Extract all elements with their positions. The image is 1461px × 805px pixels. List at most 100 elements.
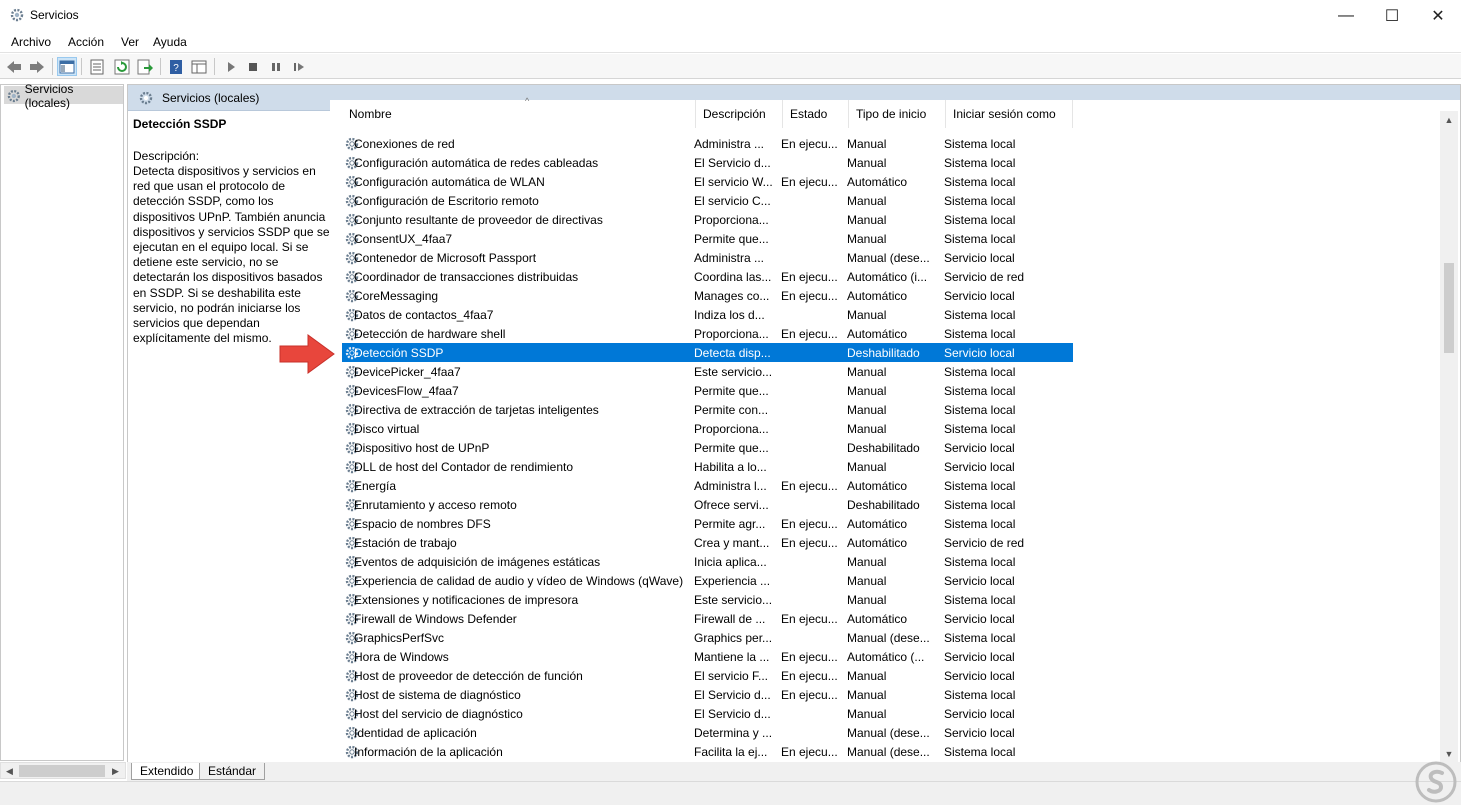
resume-service-icon[interactable] [289,57,309,76]
table-row[interactable]: Disco virtual Proporciona... Manual Sistema… [342,419,1073,438]
service-startup-type: Automático (i... [847,270,928,284]
table-row[interactable]: DevicesFlow_4faa7 Permite que... Manual Sis… [342,381,1073,400]
table-row[interactable]: Configuración de Escritorio remoto El ser… [342,191,1073,210]
service-logon-as: Servicio de red [944,536,1025,550]
table-row[interactable]: Firewall de Windows Defender Firewall de … [342,609,1073,628]
scroll-thumb[interactable] [19,765,105,777]
table-row[interactable]: CoreMessaging Manages co... En ejecu... Aut… [342,286,1073,305]
scroll-left-icon[interactable]: ◀ [1,763,18,780]
service-startup-type: Manual (dese... [847,726,930,740]
service-description: Administra ... [694,137,765,151]
scroll-right-icon[interactable]: ▶ [107,763,124,780]
export-list-icon[interactable] [135,57,155,76]
service-description: El Servicio d... [694,688,771,702]
start-service-icon[interactable] [221,57,241,76]
service-description: Proporciona... [694,422,769,436]
service-name: Configuración de Escritorio remoto [354,194,539,208]
service-logon-as: Sistema local [944,631,1016,645]
table-row[interactable]: Contenedor de Microsoft Passport Administ… [342,248,1073,267]
tree-horizontal-scrollbar[interactable]: ◀ ▶ [0,762,126,779]
table-row[interactable]: Detección SSDP Detecta disp... Deshabilita… [342,343,1073,362]
menu-ver[interactable]: Ver [121,35,139,49]
properties-icon[interactable] [87,57,107,76]
service-startup-type: Automático [847,175,908,189]
table-row[interactable]: Información de la aplicación Facilita la … [342,742,1073,761]
refresh-icon[interactable] [112,57,132,76]
service-startup-type: Manual (dese... [847,251,930,265]
table-row[interactable]: Energía Administra l... En ejecu... Automát… [342,476,1073,495]
column-header-description[interactable]: Descripción [696,100,783,128]
service-description: Este servicio... [694,365,773,379]
table-row[interactable]: Extensiones y notificaciones de impresor… [342,590,1073,609]
table-row[interactable]: Eventos de adquisición de imágenes estát… [342,552,1073,571]
table-row[interactable]: Enrutamiento y acceso remoto Ofrece servi… [342,495,1073,514]
tree-item-services-local[interactable]: Servicios (locales) [4,82,123,110]
table-row[interactable]: Configuración automática de WLAN El servi… [342,172,1073,191]
service-description: Manages co... [694,289,770,303]
tab-extendido[interactable]: Extendido [131,763,203,780]
scroll-thumb[interactable] [1444,263,1454,353]
table-row[interactable]: ConsentUX_4faa7 Permite que... Manual Siste… [342,229,1073,248]
scroll-up-icon[interactable]: ▲ [1440,111,1458,128]
service-description: Administra ... [694,251,765,265]
service-status: En ejecu... [781,137,838,151]
list-vertical-scrollbar[interactable]: ▲ ▼ [1440,111,1458,762]
column-header-name[interactable]: Nombre ^ [342,96,696,128]
table-row[interactable]: Detección de hardware shell Proporciona..… [342,324,1073,343]
pane-header-title: Servicios (locales) [162,91,260,105]
table-row[interactable]: Dispositivo host de UPnP Permite que... De… [342,438,1073,457]
help-icon[interactable]: ? [166,57,186,76]
stop-service-icon[interactable] [243,57,263,76]
forward-icon[interactable] [27,57,47,76]
table-row[interactable]: Datos de contactos_4faa7 Indiza los d... M… [342,305,1073,324]
column-header-status[interactable]: Estado [783,100,849,128]
pause-service-icon[interactable] [266,57,286,76]
service-description: El Servicio d... [694,707,771,721]
annotation-arrow-icon [279,334,335,374]
service-description: Indiza los d... [694,308,765,322]
service-logon-as: Sistema local [944,156,1016,170]
service-logon-as: Sistema local [944,137,1016,151]
table-row[interactable]: Coordinador de transacciones distribuida… [342,267,1073,286]
service-logon-as: Servicio local [944,289,1015,303]
table-row[interactable]: Directiva de extracción de tarjetas inte… [342,400,1073,419]
column-header-logon-as[interactable]: Iniciar sesión como [946,100,1073,128]
table-row[interactable]: GraphicsPerfSvc Graphics per... Manual (de… [342,628,1073,647]
menu-ayuda[interactable]: Ayuda [153,35,187,49]
back-icon[interactable] [4,57,24,76]
search-services-icon [139,91,153,105]
table-row[interactable]: Identidad de aplicación Determina y ... Ma… [342,723,1073,742]
table-row[interactable]: Experiencia de calidad de audio y vídeo … [342,571,1073,590]
close-button[interactable]: ✕ [1415,0,1461,31]
view-icon[interactable] [189,57,209,76]
tab-estandar[interactable]: Estándar [199,763,266,780]
table-row[interactable]: Host del servicio de diagnóstico El Servi… [342,704,1073,723]
minimize-button[interactable]: — [1323,0,1369,31]
service-description: Determina y ... [694,726,773,740]
title-bar: Servicios — ☐ ✕ [0,0,1461,31]
service-description: Mantiene la ... [694,650,770,664]
table-row[interactable]: Espacio de nombres DFS Permite agr... En e… [342,514,1073,533]
table-row[interactable]: Host de proveedor de detección de funció… [342,666,1073,685]
service-description: Coordina las... [694,270,772,284]
table-row[interactable]: DevicePicker_4faa7 Este servicio... Manual… [342,362,1073,381]
table-row[interactable]: Hora de Windows Mantiene la ... En ejecu..… [342,647,1073,666]
menu-archivo[interactable]: Archivo [11,35,51,49]
table-row[interactable]: Configuración automática de redes cablea… [342,153,1073,172]
table-row[interactable]: Estación de trabajo Crea y mant... En ejec… [342,533,1073,552]
column-header-startup-type[interactable]: Tipo de inicio [849,100,946,128]
service-startup-type: Manual [847,688,887,702]
show-hide-tree-icon[interactable] [57,57,77,76]
table-row[interactable]: Host de sistema de diagnóstico El Servici… [342,685,1073,704]
service-startup-type: Manual [847,384,887,398]
menu-accion[interactable]: Acción [68,35,104,49]
service-name: CoreMessaging [354,289,439,303]
service-name: Dispositivo host de UPnP [354,441,490,455]
table-row[interactable]: Conexiones de red Administra ... En ejecu.… [342,134,1073,153]
service-name: Experiencia de calidad de audio y vídeo … [354,574,684,588]
table-row[interactable]: DLL de host del Contador de rendimiento H… [342,457,1073,476]
table-row[interactable]: Conjunto resultante de proveedor de dire… [342,210,1073,229]
service-name: Directiva de extracción de tarjetas inte… [354,403,599,417]
maximize-button[interactable]: ☐ [1369,0,1415,31]
service-description: Graphics per... [694,631,773,645]
